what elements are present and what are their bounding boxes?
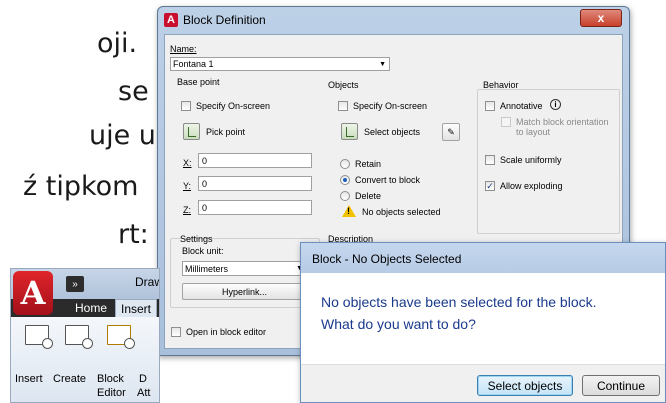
- retain-radio[interactable]: [340, 159, 350, 169]
- slide-text-line-2: se: [118, 76, 149, 107]
- tab-home[interactable]: Home: [75, 301, 107, 315]
- select-objects-label: Select objects: [364, 127, 421, 137]
- base-specify-onscreen-label: Specify On-screen: [196, 101, 271, 111]
- x-value: 0: [202, 155, 208, 166]
- block-name-combo[interactable]: Fontana 1 ▼: [170, 57, 390, 71]
- base-specify-onscreen-checkbox[interactable]: [181, 101, 191, 111]
- block-editor-icon[interactable]: [107, 325, 135, 349]
- block-name-value: Fontana 1: [173, 59, 214, 69]
- quick-access-more-button[interactable]: »: [66, 276, 84, 292]
- block-unit-combo[interactable]: Millimeters ▼: [182, 261, 307, 276]
- retain-label: Retain: [355, 159, 382, 169]
- close-icon: x: [597, 11, 605, 25]
- pick-point-button[interactable]: [183, 123, 200, 140]
- settings-title: Settings: [180, 234, 213, 244]
- z-value: 0: [202, 202, 208, 213]
- block-unit-label: Block unit:: [182, 246, 224, 256]
- no-objects-message-box: Block - No Objects Selected No objects h…: [300, 242, 666, 403]
- base-point-title: Base point: [177, 77, 220, 87]
- create-block-icon[interactable]: [65, 325, 93, 349]
- objects-specify-onscreen-checkbox[interactable]: [338, 101, 348, 111]
- hyperlink-button[interactable]: Hyperlink...: [182, 283, 307, 300]
- insert-block-icon[interactable]: [25, 325, 53, 349]
- quick-select-button[interactable]: ✎: [442, 123, 460, 141]
- message-box-footer: Select objects Continue: [301, 364, 665, 402]
- z-label: Z:: [183, 205, 191, 215]
- create-tool-label[interactable]: Create: [53, 373, 86, 385]
- dialog-titlebar: A Block Definition: [164, 10, 266, 30]
- block-editor-tool-label[interactable]: Block: [97, 373, 124, 385]
- autocad-app-icon: A: [164, 13, 178, 27]
- block-unit-value: Millimeters: [185, 263, 229, 274]
- name-label: Name:: [170, 44, 197, 54]
- pick-point-label: Pick point: [206, 127, 246, 137]
- define-attributes-tool-label-2: Att: [137, 387, 151, 399]
- select-objects-button[interactable]: Select objects: [477, 375, 573, 396]
- continue-button[interactable]: Continue: [582, 375, 660, 396]
- dialog-title: Block Definition: [183, 13, 266, 27]
- application-menu-button[interactable]: A: [13, 271, 53, 315]
- chevron-double-right-icon: »: [72, 278, 78, 290]
- quick-select-icon: ✎: [447, 126, 455, 137]
- objects-specify-onscreen-label: Specify On-screen: [353, 101, 428, 111]
- open-in-block-editor-label: Open in block editor: [186, 327, 267, 337]
- message-box-title: Block - No Objects Selected: [301, 243, 665, 273]
- ribbon-panel: Insert Create Block Editor D Att: [11, 317, 159, 402]
- slide-text-line-4: ź tipkom: [23, 171, 139, 202]
- convert-to-block-label: Convert to block: [355, 175, 421, 185]
- insert-tool-label[interactable]: Insert: [15, 373, 43, 385]
- block-editor-tool-label-2: Editor: [97, 387, 126, 399]
- select-objects-icon-button[interactable]: [341, 123, 358, 140]
- autocad-ribbon: A » Drawi Home Insert Insert Create Bloc…: [10, 268, 160, 403]
- y-value: 0: [202, 178, 208, 189]
- x-input[interactable]: 0: [198, 153, 312, 168]
- y-input[interactable]: 0: [198, 176, 312, 191]
- behavior-group-frame: [477, 89, 620, 234]
- slide-text-line-1: oji.: [97, 28, 138, 59]
- close-button[interactable]: x: [580, 9, 622, 27]
- objects-status: No objects selected: [362, 207, 441, 217]
- define-attributes-tool-label[interactable]: D: [139, 373, 147, 385]
- z-input[interactable]: 0: [198, 200, 312, 215]
- convert-to-block-radio[interactable]: [340, 175, 350, 185]
- delete-label: Delete: [355, 191, 382, 201]
- message-line-2: What do you want to do?: [321, 316, 476, 332]
- delete-radio[interactable]: [340, 191, 350, 201]
- message-box-text: No objects have been selected for the bl…: [321, 291, 597, 335]
- hyperlink-label: Hyperlink...: [221, 286, 267, 297]
- x-label: X:: [183, 158, 192, 168]
- message-line-1: No objects have been selected for the bl…: [321, 294, 597, 310]
- objects-title: Objects: [328, 80, 359, 90]
- y-label: Y:: [183, 181, 192, 191]
- chevron-down-icon: ▼: [379, 61, 386, 68]
- warning-icon: [342, 205, 356, 217]
- slide-text-line-3: uje u: [89, 120, 156, 151]
- open-in-block-editor-checkbox[interactable]: [171, 327, 181, 337]
- window-title: Drawi: [135, 275, 159, 289]
- tab-insert[interactable]: Insert: [115, 299, 158, 318]
- slide-text-line-5: rt:: [118, 219, 149, 250]
- autocad-logo-icon: A: [20, 274, 46, 312]
